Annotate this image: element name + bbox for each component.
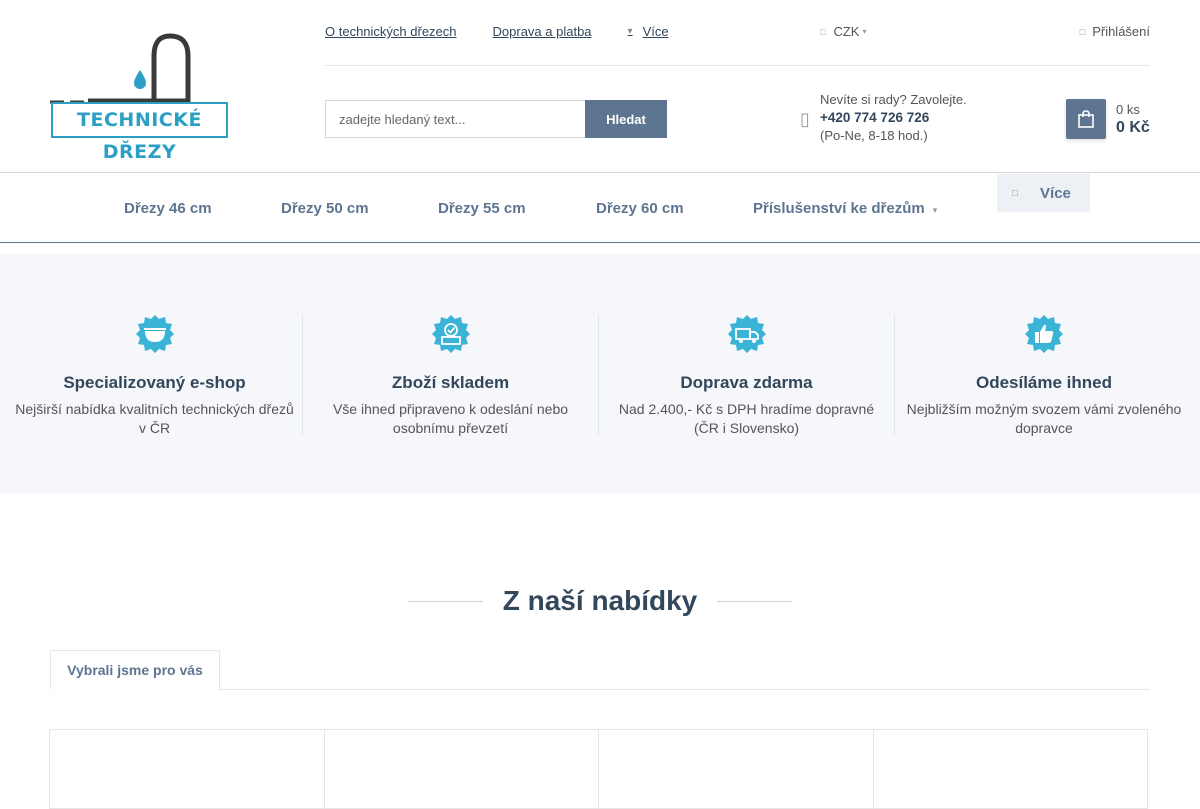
delivery-badge-icon	[727, 315, 766, 353]
benefit-title: Specializovaný e-shop	[63, 373, 246, 392]
stock-badge-icon	[431, 315, 470, 353]
thumbs-up-badge-icon	[1025, 315, 1063, 353]
main-navigation: Dřezy 46 cm Dřezy 50 cm Dřezy 55 cm Dřez…	[0, 172, 1200, 243]
benefit-title: Doprava zdarma	[680, 373, 813, 392]
benefit-description: Nejširší nabídka kvalitních technických …	[15, 401, 294, 436]
chevron-down-icon: ▾	[627, 26, 633, 37]
benefits-strip: Specializovaný e-shop Nejširší nabídka k…	[0, 254, 1200, 494]
product-card[interactable]	[323, 729, 599, 809]
help-question: Nevíte si rady? Zavolejte.	[820, 92, 967, 107]
help-contact: ▯ Nevíte si rady? Zavolejte. +420 774 72…	[800, 91, 967, 145]
menu-icon: □	[1012, 187, 1019, 199]
benefit-description: Nejbližším možným svozem vámi zvoleného …	[906, 401, 1182, 436]
cart-quantity: 0 ks	[1116, 102, 1140, 117]
nav-item-50cm[interactable]: Dřezy 50 cm	[281, 200, 369, 217]
nav-item-55cm[interactable]: Dřezy 55 cm	[438, 200, 526, 217]
user-icon: □	[1079, 26, 1086, 37]
phone-icon: ▯	[800, 109, 810, 129]
currency-label: CZK	[833, 24, 860, 39]
header-divider	[325, 65, 1150, 66]
benefit-description: Vše ihned připraveno k odeslání nebo oso…	[332, 401, 569, 436]
currency-selector[interactable]: □ CZK ▾	[820, 24, 866, 39]
site-header: TECHNICKÉ DŘEZY O technických dřezech Do…	[0, 0, 1200, 172]
product-card[interactable]	[872, 729, 1148, 809]
logo-text: TECHNICKÉ DŘEZY	[51, 102, 228, 163]
benefit-item: Zboží skladem Vše ihned připraveno k ode…	[303, 314, 599, 436]
benefit-item: Specializovaný e-shop Nejširší nabídka k…	[7, 314, 303, 436]
search-input[interactable]	[325, 100, 585, 138]
product-tabs: Vybrali jsme pro vás	[50, 650, 1150, 690]
chevron-down-icon: ▾	[932, 205, 938, 215]
benefit-title: Zboží skladem	[391, 373, 510, 392]
nav-item-46cm[interactable]: Dřezy 46 cm	[124, 200, 212, 217]
nav-more-button[interactable]: □ Více	[997, 174, 1090, 212]
help-hours: (Po-Ne, 8-18 hod.)	[820, 128, 928, 143]
help-phone-number[interactable]: +420 774 726 726	[820, 109, 967, 127]
nav-item-60cm[interactable]: Dřezy 60 cm	[596, 200, 684, 217]
topnav-link-shipping[interactable]: Doprava a platba	[493, 24, 592, 39]
benefit-item: Doprava zdarma Nad 2.400,- Kč s DPH hrad…	[599, 314, 895, 436]
site-logo[interactable]: TECHNICKÉ DŘEZY	[50, 32, 230, 163]
login-link[interactable]: □ Přihlášení	[1080, 24, 1150, 39]
cart[interactable]: 0 ks 0 Kč	[1066, 99, 1150, 139]
section-title: Z naší nabídky	[502, 585, 698, 616]
cart-price: 0 Kč	[1116, 119, 1150, 136]
login-label: Přihlášení	[1092, 24, 1150, 39]
nav-more-label: Více	[1040, 184, 1071, 202]
product-card[interactable]	[49, 729, 325, 809]
heading-line-left	[407, 600, 483, 602]
section-heading: Z naší nabídky	[400, 580, 800, 622]
tab-recommended[interactable]: Vybrali jsme pro vás	[50, 650, 220, 690]
sink-faucet-icon	[50, 33, 191, 104]
heading-line-right	[717, 600, 793, 602]
search-form: Hledat	[325, 100, 667, 138]
cart-button[interactable]	[1066, 99, 1106, 139]
topnav-more[interactable]: ▾ Více	[628, 24, 669, 39]
topnav-more-label: Více	[642, 24, 669, 39]
benefit-title: Odesíláme ihned	[975, 373, 1113, 392]
product-grid	[49, 729, 1151, 809]
benefit-description: Nad 2.400,- Kč s DPH hradíme dopravné (Č…	[618, 401, 875, 436]
shopping-bag-icon	[1078, 110, 1094, 128]
product-card[interactable]	[598, 729, 874, 809]
topnav-link-about[interactable]: O technických dřezech	[325, 24, 457, 39]
top-navigation: O technických dřezech Doprava a platba ▾…	[325, 24, 669, 39]
search-button[interactable]: Hledat	[585, 100, 667, 138]
chevron-down-icon: ▾	[862, 27, 867, 36]
nav-item-accessories[interactable]: Příslušenství ke dřezům ▾	[753, 200, 937, 217]
nav-item-accessories-label: Příslušenství ke dřezům	[753, 200, 925, 217]
currency-icon: □	[820, 26, 826, 37]
benefit-item: Odesíláme ihned Nejbližším možným svozem…	[896, 314, 1192, 436]
sink-badge-icon	[135, 315, 174, 353]
